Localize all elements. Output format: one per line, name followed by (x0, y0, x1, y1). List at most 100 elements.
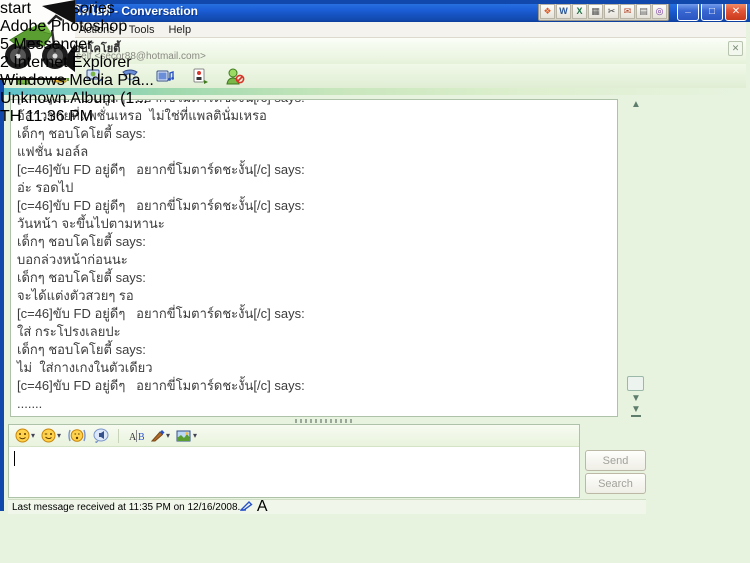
handwriting-dropdown-caret[interactable] (166, 431, 170, 440)
wink-dropdown-caret[interactable] (57, 431, 61, 440)
office-icon-glyph: X (576, 7, 582, 16)
wink-icon[interactable] (41, 428, 61, 443)
maximize-button[interactable] (701, 2, 723, 21)
close-button[interactable] (725, 2, 747, 21)
font-glyph: A B (128, 429, 144, 443)
office-shortcut-icon[interactable]: W (556, 4, 571, 19)
message-line: เด็กๆ ชอบโคโยตี้ says: (17, 341, 617, 359)
message-line: จะได้แต่งตัวสวยๆ รอ (17, 287, 617, 305)
header-close-icon[interactable] (728, 41, 743, 56)
taskbar-clock[interactable]: 11:36 PM (26, 108, 93, 125)
taskbar-button-label: Adobe Photoshop (0, 18, 127, 35)
nudge-icon[interactable] (67, 428, 87, 443)
menu-item[interactable]: Help (162, 23, 197, 37)
svg-text:B: B (138, 432, 144, 443)
taskbar: start Adobe Photoshop 5 Messenger 2 Inte… (0, 0, 154, 126)
start-label: start (0, 0, 31, 17)
message-line: แฟชั่น มอล์ล (17, 143, 617, 161)
office-icon-glyph: ◎ (656, 7, 664, 16)
message-line: [c=46]ขับ FD อยู่ดีๆ อยากขี่โมตาร์ดชะงั้… (17, 305, 617, 323)
taskbar-button-label: Unknown Album (1... (0, 90, 148, 107)
text-format-toggle-icon[interactable]: A (257, 498, 268, 515)
message-line: เด็กๆ ชอบโคโยตี้ says: (17, 125, 617, 143)
office-shortcut-icon[interactable]: ✉ (620, 4, 635, 19)
emoticon-icon[interactable] (15, 428, 35, 443)
system-tray: TH 11:36 PM (0, 108, 154, 126)
send-button[interactable]: Send (585, 450, 646, 471)
wink-glyph (41, 428, 56, 443)
taskbar-button-label: 5 Messenger (0, 36, 93, 53)
minimize-button[interactable] (677, 2, 699, 21)
message-input-area: A B (8, 424, 580, 498)
video-glyph (155, 67, 175, 85)
format-icons: A (240, 498, 267, 516)
office-shortcut-icon[interactable]: ▤ (636, 4, 651, 19)
background-glyph (176, 429, 192, 443)
scroll-up-icon[interactable] (631, 100, 641, 110)
background-dropdown-caret[interactable] (193, 431, 197, 440)
taskbar-button-label: Windows Media Pla... (0, 72, 154, 89)
message-line: วันหน้า จะขึ้นไปตามหานะ (17, 215, 617, 233)
splitter-handle[interactable] (295, 419, 355, 423)
office-shortcut-bar[interactable]: ❖ W X ▦ ✂ ✉ ▤ ◎ (538, 2, 669, 21)
office-shortcut-icon[interactable]: ▦ (588, 4, 603, 19)
message-line: เด็กๆ ชอบโคโยตี้ says: (17, 233, 617, 251)
scrollbar-thumb[interactable] (627, 376, 644, 391)
emoticon-glyph (15, 428, 30, 443)
taskbar-button[interactable]: 5 Messenger (0, 36, 154, 54)
taskbar-button[interactable]: 2 Internet Explorer (0, 54, 154, 72)
message-line: อ่ะ รอดไป (17, 179, 617, 197)
input-toolbar: A B (9, 425, 579, 447)
office-icon-glyph: ▤ (639, 7, 648, 16)
message-line: ใส่ กระโปรงเลยปะ (17, 323, 617, 341)
handwriting-icon[interactable] (150, 428, 170, 443)
message-line: เด็กๆ ชอบโคโยตี้ says: (17, 269, 617, 287)
office-icon-glyph: ✉ (624, 7, 632, 16)
activities-icon[interactable] (189, 66, 211, 86)
background-icon[interactable] (176, 429, 197, 443)
office-icon-glyph: ❖ (543, 7, 551, 16)
message-line: [c=46]ขับ FD อยู่ดีๆ อยากขี่โมตาร์ดชะงั้… (17, 197, 617, 215)
text-cursor (14, 451, 15, 466)
taskbar-button[interactable]: Windows Media Pla... (0, 72, 154, 90)
message-input[interactable] (9, 447, 579, 499)
window-controls (677, 2, 747, 21)
handwrite-toggle-icon[interactable] (240, 499, 253, 511)
voice-clip-icon[interactable] (93, 428, 109, 443)
start-button[interactable]: start (0, 0, 154, 18)
taskbar-buttons: Adobe Photoshop 5 Messenger 2 Internet E… (0, 18, 154, 108)
office-icon-glyph: ▦ (591, 7, 600, 16)
office-shortcut-icon[interactable]: ❖ (540, 4, 555, 19)
block-icon[interactable] (224, 66, 246, 86)
svg-text:A: A (129, 432, 137, 443)
scroll-down-icon[interactable] (631, 394, 641, 404)
search-button[interactable]: Search (585, 473, 646, 494)
scroll-to-end-icon[interactable] (631, 405, 641, 417)
message-line: [c=46]ขับ FD อยู่ดีๆ อยากขี่โมตาร์ดชะงั้… (17, 377, 617, 395)
conversation-statusbar: Last message received at 11:35 PM on 12/… (8, 499, 646, 514)
message-line: [c=46]ขับ FD อยู่ดีๆ อยากขี่โมตาร์ดชะงั้… (17, 161, 617, 179)
office-shortcut-icon[interactable]: ✂ (604, 4, 619, 19)
office-icon-glyph: W (559, 7, 568, 16)
office-shortcut-icon[interactable]: X (572, 4, 587, 19)
block-glyph (225, 67, 245, 85)
office-icon-glyph: ✂ (608, 7, 616, 16)
last-message-status: Last message received at 11:35 PM on 12/… (12, 502, 240, 513)
office-shortcut-icon[interactable]: ◎ (652, 4, 667, 19)
taskbar-button[interactable]: Unknown Album (1... (0, 90, 154, 108)
handwriting-glyph (150, 428, 165, 443)
message-history[interactable]: [c=46]ขับ FD อยู่ดีๆ อยากขี่โมตาร์ดชะงั้… (10, 99, 618, 417)
taskbar-button-label: 2 Internet Explorer (0, 54, 132, 71)
activities-glyph (190, 67, 210, 85)
emoticon-dropdown-caret[interactable] (31, 431, 35, 440)
message-line: ....... (17, 395, 617, 413)
voice-clip-glyph (93, 428, 109, 443)
font-icon[interactable]: A B (128, 429, 144, 443)
nudge-glyph (67, 428, 87, 443)
language-indicator[interactable]: TH (0, 108, 21, 125)
video-icon[interactable] (154, 66, 176, 86)
toolbar-divider (118, 429, 119, 443)
message-line: ไม่ ใส่กางเกงในตัวเดียว (17, 359, 617, 377)
message-line: บอกล่วงหน้าก่อนนะ (17, 251, 617, 269)
taskbar-button[interactable]: Adobe Photoshop (0, 18, 154, 36)
